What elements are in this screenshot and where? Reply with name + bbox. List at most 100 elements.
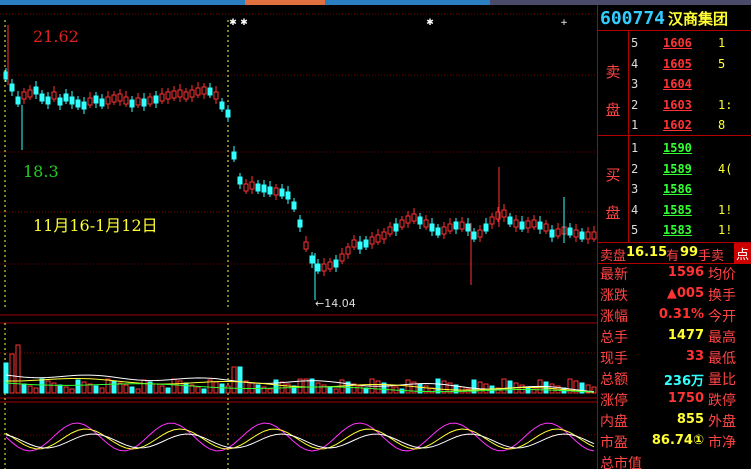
candle-body: [243, 183, 249, 192]
volume-bar: [165, 387, 171, 394]
volume-bar: [225, 385, 231, 394]
candle-body: [543, 223, 549, 232]
volume-bar: [105, 378, 111, 394]
candle-body: [105, 96, 111, 105]
sell-row: 2 1603 1:: [628, 95, 751, 115]
sell-price: 1605: [663, 56, 692, 71]
quote-row: 最新 1596 均价: [598, 263, 751, 283]
volume-bar: [435, 378, 441, 394]
sellbar-suffix: 手卖: [698, 249, 725, 264]
candle-body: [345, 246, 351, 255]
candle-body: [75, 99, 81, 108]
sell-level: 2: [631, 97, 639, 112]
quote-value: 33: [685, 349, 704, 364]
quote-value: 236万: [663, 374, 704, 389]
buy-price: 1583: [663, 223, 692, 237]
quote-key-2: 外盘: [708, 414, 736, 430]
quote-row: 内盘 855 外盘: [598, 410, 751, 430]
volume-bar: [129, 386, 135, 394]
volume-bar: [255, 384, 261, 394]
quote-key: 总手: [600, 330, 628, 346]
candle-body: [369, 236, 375, 245]
stock-name: 汉商集团: [668, 10, 729, 28]
buy-price: 1590: [663, 141, 692, 155]
buy-level: 2: [631, 161, 639, 176]
candle-body: [417, 216, 423, 225]
sell-price: 1606: [663, 36, 692, 50]
quote-key-2: 今开: [708, 309, 736, 325]
buy-row: 5 1583 1!: [628, 220, 751, 240]
volume-bar: [39, 378, 45, 394]
candle-body: [435, 227, 441, 236]
candle-body: [99, 98, 105, 107]
volume-bar: [249, 382, 255, 394]
sell-level: 5: [631, 36, 639, 50]
quote-row: 涨跌 ▲005 换手: [598, 284, 751, 304]
candle-body: [111, 94, 117, 103]
candle-body: [291, 201, 297, 210]
indicator-line: [5, 422, 595, 452]
stock-code: 600774: [600, 8, 666, 29]
sell-price: 1603: [663, 97, 692, 112]
sellbar-price: 16.15: [626, 245, 668, 260]
quote-row: 涨幅 0.31% 今开: [598, 305, 751, 325]
buy-level: 4: [631, 202, 639, 217]
candle-body: [381, 231, 387, 240]
sell-book: 卖盘 5 1606 1 4 1605 5 3 1604 2 1603 1: 1 1602 8: [598, 30, 751, 135]
volume-bar: [63, 386, 69, 394]
buy-row: 3 1586: [628, 179, 751, 199]
volume-bar: [81, 381, 87, 394]
candle-body: [471, 231, 477, 240]
candle-body: [537, 221, 543, 230]
quote-key: 市盈: [600, 435, 628, 451]
candle-body: [249, 181, 255, 190]
volume-bar: [501, 378, 507, 394]
quote-key: 现手: [600, 351, 628, 367]
sellbar-tail[interactable]: 点: [734, 243, 751, 264]
candle-body: [195, 87, 201, 96]
quote-value: 1477: [667, 328, 704, 343]
candle-body: [171, 90, 177, 99]
volume-bar: [375, 380, 381, 394]
candle-body: [423, 219, 429, 228]
sellbar-prefix: 卖盘: [600, 249, 627, 264]
volume-bar: [171, 378, 177, 394]
sell-level: 4: [631, 56, 639, 71]
sell-level: 3: [631, 77, 639, 91]
candle-body: [213, 91, 219, 100]
candle-body: [429, 223, 435, 232]
candle-body: [117, 93, 123, 102]
kline-chart[interactable]: ✱ ✱ ✱ +: [0, 5, 597, 469]
sell-volume: 1:: [718, 97, 733, 112]
quote-key: 总市值: [600, 456, 642, 469]
candle-body: [123, 96, 129, 105]
candle-body: [27, 89, 33, 98]
candle-body: [183, 91, 189, 100]
high-price-label: 21.62: [33, 27, 79, 46]
volume-bar: [93, 385, 99, 394]
candle-body: [501, 209, 507, 218]
candle-body: [531, 219, 537, 228]
candle-body: [585, 231, 591, 240]
candle-body: [393, 223, 399, 232]
volume-bar: [219, 383, 225, 394]
event-marker: ✱: [426, 18, 434, 28]
candle-body: [9, 83, 15, 92]
sell-volume: 1: [718, 36, 726, 50]
quote-key: 涨跌: [600, 288, 628, 304]
quote-key-2: 均价: [708, 267, 736, 283]
candle-body: [285, 191, 291, 200]
volume-bar: [3, 362, 9, 394]
volume-bar: [69, 388, 75, 394]
event-marker: +: [560, 18, 568, 28]
candle-body: [525, 220, 531, 229]
candle-body: [255, 183, 261, 192]
quote-key: 总额: [600, 372, 628, 388]
volume-bar: [477, 381, 483, 394]
quote-value: 855: [676, 412, 704, 427]
candle-body: [303, 241, 309, 250]
candle-body: [273, 187, 279, 196]
volume-bar: [141, 379, 147, 394]
volume-bar: [519, 384, 525, 394]
buy-level: 3: [631, 182, 639, 196]
